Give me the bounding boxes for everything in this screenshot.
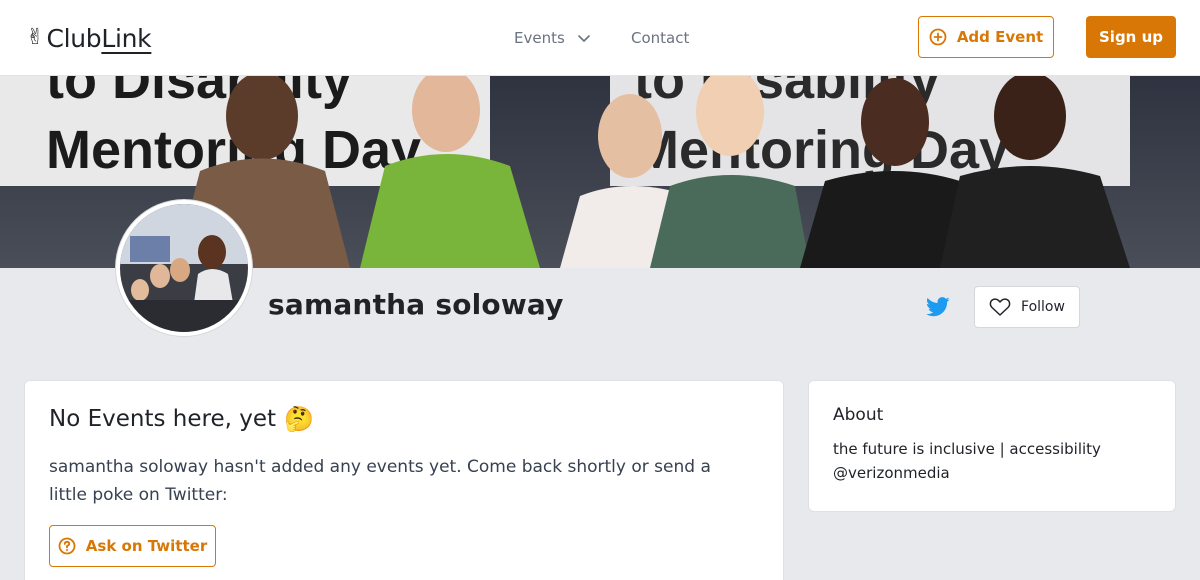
events-card-title: No Events here, yet 🤔 (49, 405, 314, 433)
heart-icon (989, 297, 1011, 317)
svg-text:to Disability: to Disability (46, 76, 352, 110)
svg-text:Mentoring Day: Mentoring Day (634, 120, 1009, 180)
ask-on-twitter-button[interactable]: Ask on Twitter (49, 525, 216, 567)
plus-circle-icon (929, 28, 947, 46)
nav-contact-link[interactable]: Contact (631, 27, 689, 49)
follow-button[interactable]: Follow (974, 286, 1080, 328)
about-card: About the future is inclusive | accessib… (808, 380, 1176, 512)
thinking-face-icon: 🤔 (284, 405, 314, 433)
chevron-down-icon (577, 31, 591, 45)
nav-events-label: Events (514, 29, 565, 47)
logo-text-link: Link (101, 23, 152, 53)
victory-hand-icon: ✌ (26, 25, 45, 50)
profile-name: samantha soloway (268, 288, 564, 321)
follow-label: Follow (1021, 299, 1065, 315)
about-text: the future is inclusive | accessibility … (833, 440, 1101, 482)
no-events-description: samantha soloway hasn't added any events… (49, 457, 711, 505)
question-circle-icon (58, 537, 76, 555)
add-event-button[interactable]: Add Event (918, 16, 1054, 58)
no-events-heading: No Events here, yet (49, 406, 277, 432)
ask-on-twitter-label: Ask on Twitter (85, 537, 208, 555)
nav-events-dropdown[interactable]: Events (514, 27, 591, 49)
about-title: About (833, 405, 884, 425)
profile-avatar (116, 200, 252, 336)
logo-text-club: Club (46, 23, 102, 53)
add-event-label: Add Event (956, 28, 1044, 46)
events-card: No Events here, yet 🤔 samantha soloway h… (24, 380, 784, 580)
clublink-logo[interactable]: ✌ Club Link (26, 22, 152, 54)
sign-up-button[interactable]: Sign up (1086, 16, 1176, 58)
twitter-icon[interactable] (926, 296, 950, 318)
site-header: ✌ Club Link Events Contact Add Event Sig… (0, 0, 1200, 76)
